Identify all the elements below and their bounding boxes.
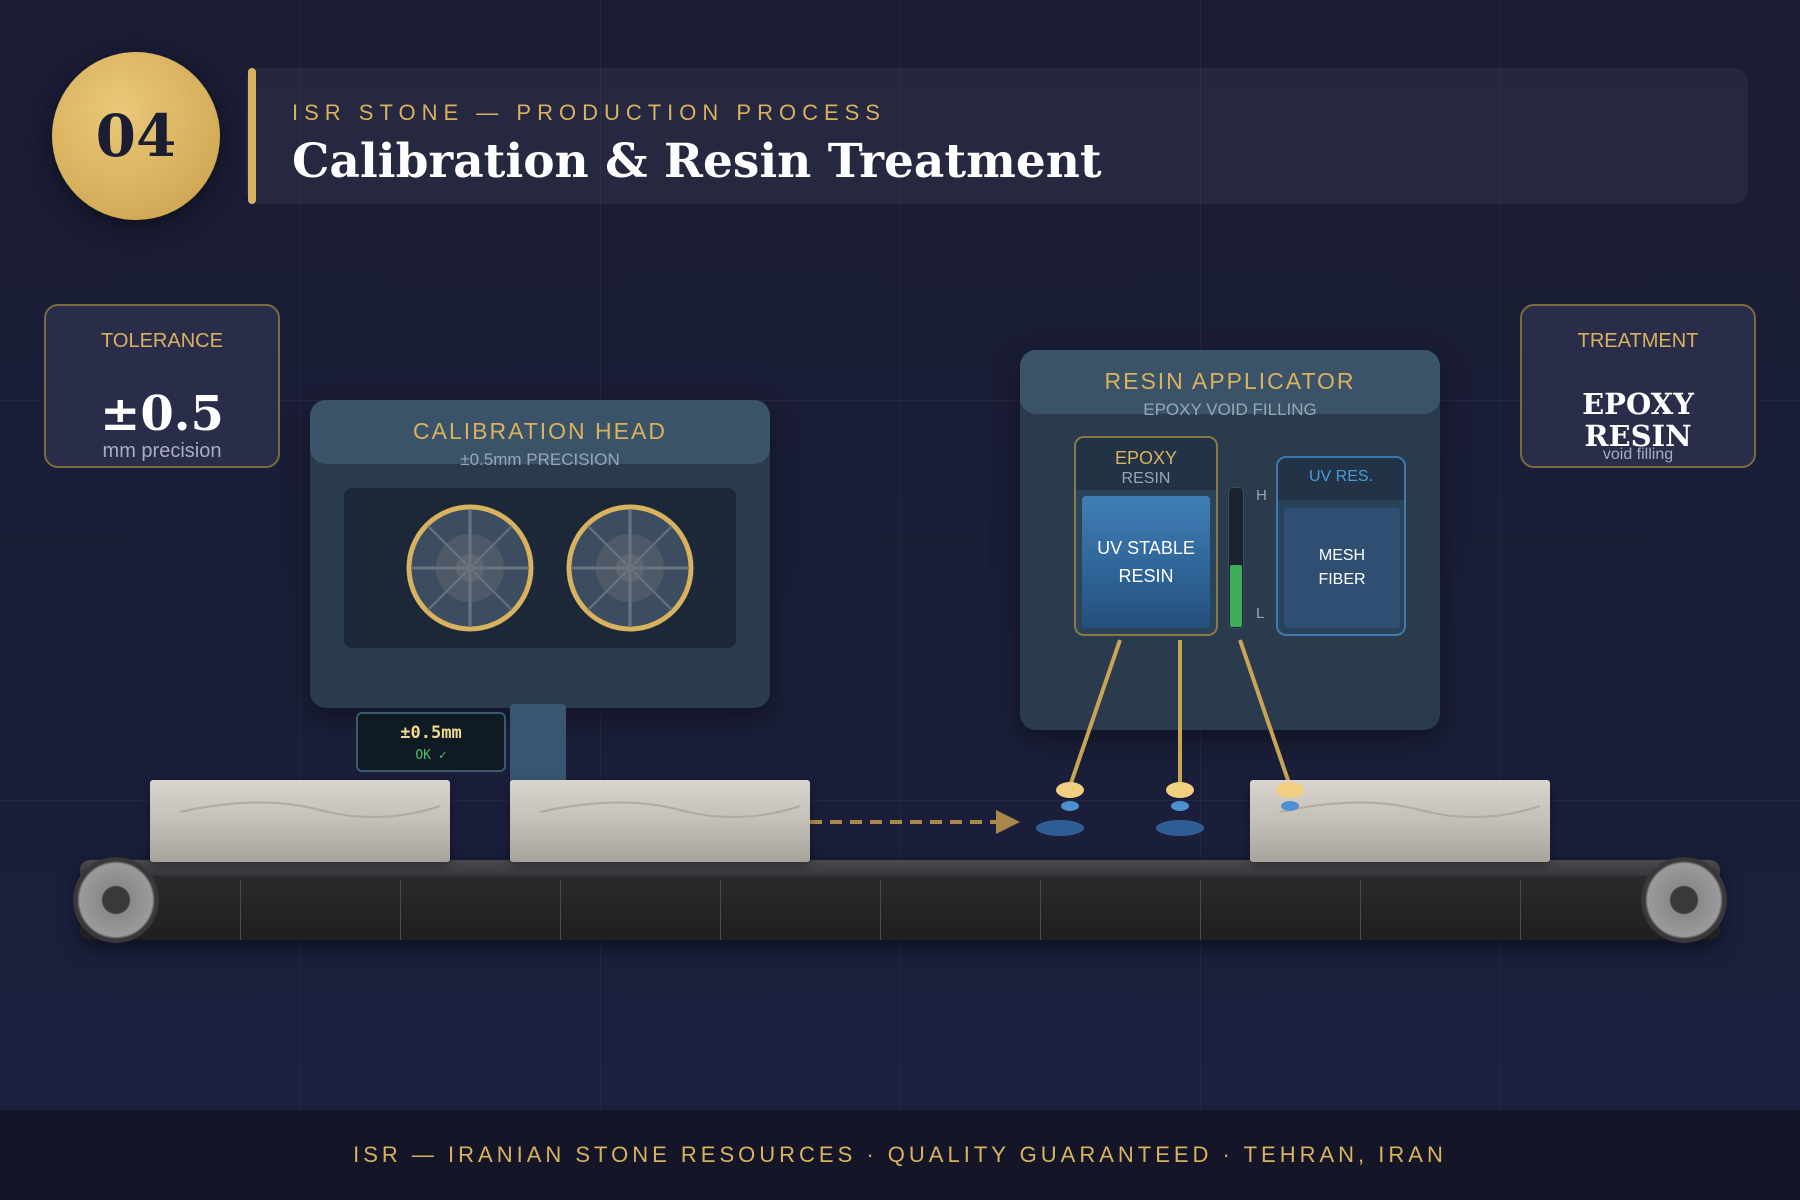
footer: ISR — IRANIAN STONE RESOURCES · QUALITY … [0, 1110, 1800, 1200]
conveyor-belt [80, 860, 1720, 940]
applicator-nozzles [790, 639, 1292, 836]
belt-segment [1040, 880, 1041, 940]
marble-vein [179, 801, 441, 819]
belt-segment [720, 880, 721, 940]
belt-segment [400, 880, 401, 940]
belt-segment [560, 880, 561, 940]
stone-slab [510, 780, 810, 862]
belt-segment [1200, 880, 1201, 940]
nozzle-tip-icon [1276, 782, 1304, 811]
stone-slab [150, 780, 450, 862]
conveyor-wheel-icon [73, 857, 159, 943]
flow-arrow-head-icon [996, 810, 1020, 834]
belt-segment [240, 880, 241, 940]
belt-segment [1520, 880, 1521, 940]
nozzle-tip-icon [1036, 782, 1084, 836]
footer-text: ISR — IRANIAN STONE RESOURCES · QUALITY … [353, 1142, 1447, 1167]
nozzle-tip-icon [1156, 782, 1204, 836]
conveyor-wheel-icon [1641, 857, 1727, 943]
belt-segment [1360, 880, 1361, 940]
belt-segment [880, 880, 881, 940]
marble-vein [539, 801, 801, 819]
